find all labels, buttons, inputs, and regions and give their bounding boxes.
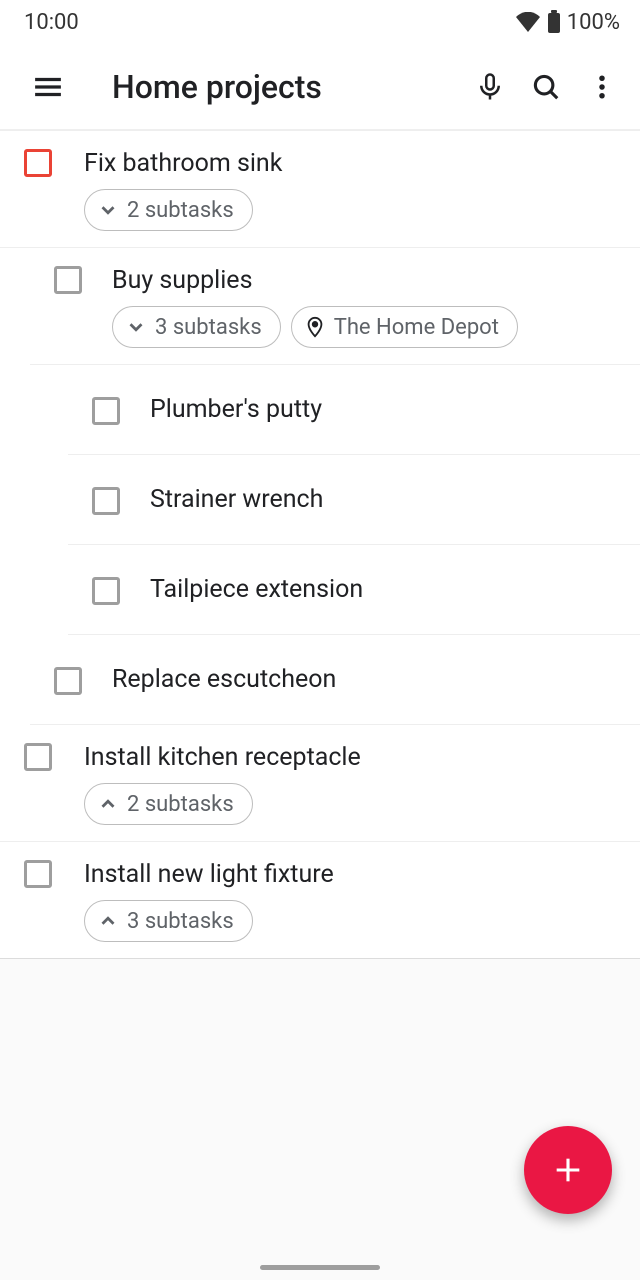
subtasks-label: 2 subtasks — [127, 198, 234, 223]
more-vert-icon — [587, 72, 617, 102]
task-list: Fix bathroom sink 2 subtasks Buy supplie… — [0, 130, 640, 959]
task-item[interactable]: Tailpiece extension — [68, 545, 640, 635]
task-title: Install new light fixture — [84, 858, 616, 892]
menu-button[interactable] — [20, 59, 76, 115]
task-title: Strainer wrench — [150, 483, 616, 517]
location-chip[interactable]: The Home Depot — [291, 306, 518, 348]
search-button[interactable] — [518, 59, 574, 115]
status-right: 100% — [515, 10, 620, 35]
task-title: Plumber's putty — [150, 393, 616, 427]
more-button[interactable] — [574, 59, 630, 115]
task-checkbox[interactable] — [24, 743, 52, 771]
battery-icon — [547, 10, 561, 34]
task-item[interactable]: Plumber's putty — [68, 365, 640, 455]
chevron-down-icon — [125, 316, 147, 338]
app-bar: Home projects — [0, 44, 640, 130]
status-battery-pct: 100% — [567, 10, 620, 35]
task-checkbox[interactable] — [54, 266, 82, 294]
subtasks-label: 2 subtasks — [127, 792, 234, 817]
status-bar: 10:00 100% — [0, 0, 640, 44]
subtasks-label: 3 subtasks — [127, 909, 234, 934]
chevron-up-icon — [97, 793, 119, 815]
chevron-up-icon — [97, 910, 119, 932]
task-item[interactable]: Fix bathroom sink 2 subtasks — [0, 130, 640, 248]
task-checkbox[interactable] — [54, 667, 82, 695]
task-checkbox[interactable] — [24, 860, 52, 888]
mic-icon — [475, 72, 505, 102]
task-checkbox[interactable] — [92, 577, 120, 605]
location-icon — [304, 316, 326, 338]
voice-button[interactable] — [462, 59, 518, 115]
task-checkbox[interactable] — [92, 487, 120, 515]
plus-icon — [551, 1153, 585, 1187]
location-label: The Home Depot — [334, 315, 499, 340]
subtasks-chip[interactable]: 3 subtasks — [84, 900, 253, 942]
task-checkbox[interactable] — [92, 397, 120, 425]
task-title: Install kitchen receptacle — [84, 741, 616, 775]
task-item[interactable]: Replace escutcheon — [30, 635, 640, 725]
task-item[interactable]: Buy supplies 3 subtasks The Home Depot — [30, 248, 640, 365]
subtasks-chip[interactable]: 3 subtasks — [112, 306, 281, 348]
task-checkbox[interactable] — [24, 149, 52, 177]
task-title: Fix bathroom sink — [84, 147, 616, 181]
nav-handle[interactable] — [260, 1265, 380, 1270]
task-title: Replace escutcheon — [112, 663, 616, 697]
add-task-fab[interactable] — [524, 1126, 612, 1214]
subtasks-label: 3 subtasks — [155, 315, 262, 340]
status-time: 10:00 — [24, 10, 79, 35]
subtasks-chip[interactable]: 2 subtasks — [84, 189, 253, 231]
task-item[interactable]: Install new light fixture 3 subtasks — [0, 842, 640, 959]
chevron-down-icon — [97, 199, 119, 221]
search-icon — [531, 72, 561, 102]
subtasks-chip[interactable]: 2 subtasks — [84, 783, 253, 825]
task-item[interactable]: Strainer wrench — [68, 455, 640, 545]
page-title: Home projects — [112, 68, 462, 106]
hamburger-icon — [33, 72, 63, 102]
wifi-icon — [515, 12, 541, 32]
task-title: Tailpiece extension — [150, 573, 616, 607]
task-title: Buy supplies — [112, 264, 616, 298]
task-item[interactable]: Install kitchen receptacle 2 subtasks — [0, 725, 640, 842]
